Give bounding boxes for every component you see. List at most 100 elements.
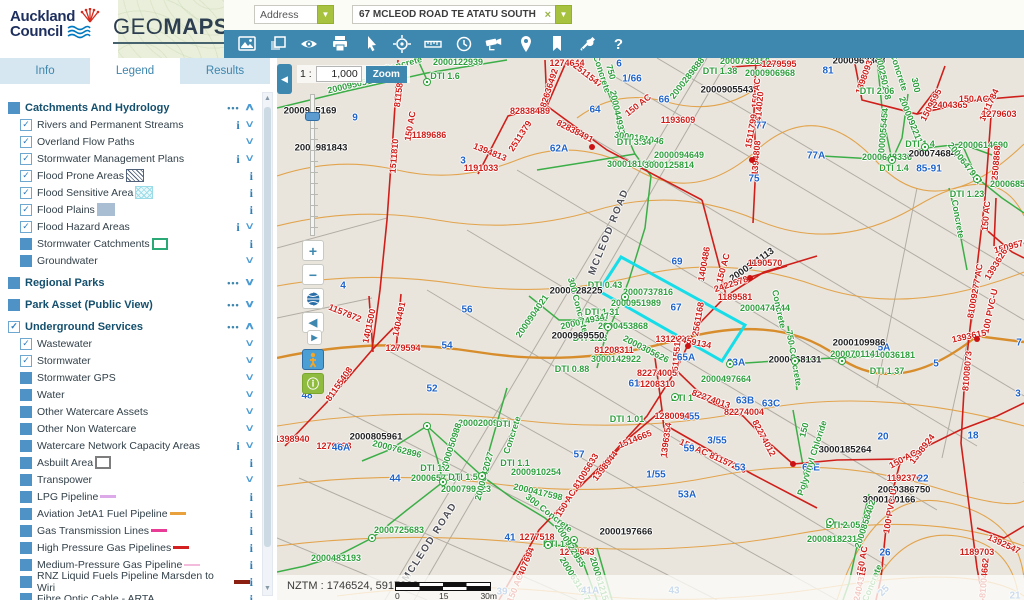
layer-checkbox[interactable]: ✓: [20, 338, 32, 350]
chevron-down-icon[interactable]: ∨: [244, 136, 255, 147]
layer-checkbox[interactable]: ✓: [20, 355, 32, 367]
layer-row[interactable]: ✓Flood Prone Areasi: [0, 167, 259, 184]
info-icon[interactable]: i: [250, 543, 253, 553]
select-cursor-icon[interactable]: [360, 34, 381, 55]
street-view-pegman-button[interactable]: [302, 349, 324, 370]
basemap-gallery-icon[interactable]: [236, 34, 257, 55]
layer-checkbox[interactable]: ✓: [20, 136, 32, 148]
search-dropdown-icon[interactable]: ▼: [555, 5, 572, 24]
next-extent-button[interactable]: ▶: [307, 330, 322, 345]
layer-row[interactable]: Asbuilt Areai: [0, 454, 259, 471]
chevron-down-icon[interactable]: ∨: [244, 440, 255, 451]
layer-checkbox[interactable]: [20, 491, 32, 503]
tab-results[interactable]: Results: [180, 58, 270, 84]
layer-checkbox[interactable]: ✓: [20, 221, 32, 233]
layer-checkbox[interactable]: [20, 508, 32, 520]
layer-checkbox[interactable]: [8, 277, 20, 289]
layer-row[interactable]: ✓Flood Plainsi: [0, 201, 259, 218]
layer-checkbox[interactable]: [20, 238, 32, 250]
zoom-slider-handle[interactable]: [305, 112, 320, 121]
scroll-up-icon[interactable]: ▲: [263, 94, 272, 104]
scale-input[interactable]: [316, 66, 362, 82]
layer-row[interactable]: Aviation JetA1 Fuel Pipelinei: [0, 505, 259, 522]
selected-parcel[interactable]: [599, 257, 745, 361]
help-icon[interactable]: ?: [608, 34, 629, 55]
overflow-menu-icon[interactable]: •••: [227, 322, 239, 332]
zoom-slider[interactable]: [307, 94, 319, 236]
info-icon[interactable]: i: [236, 120, 239, 130]
layers-icon[interactable]: [267, 34, 288, 55]
info-icon[interactable]: i: [250, 509, 253, 519]
chevron-down-icon[interactable]: ∨: [244, 299, 255, 310]
chevron-down-icon[interactable]: ∨: [244, 355, 255, 366]
layer-row[interactable]: ✓Stormwater Management Plansi∨: [0, 150, 259, 167]
chevron-down-icon[interactable]: ∨: [244, 338, 255, 349]
layer-row[interactable]: Other Non Watercare∨: [0, 420, 259, 437]
layer-checkbox[interactable]: [8, 102, 20, 114]
info-icon[interactable]: i: [250, 526, 253, 536]
locate-icon[interactable]: [391, 34, 412, 55]
overflow-menu-icon[interactable]: •••: [227, 103, 239, 113]
bookmark-icon[interactable]: [546, 34, 567, 55]
tools-icon[interactable]: [577, 34, 598, 55]
zoom-in-button[interactable]: +: [302, 240, 324, 261]
layer-checkbox[interactable]: ✓: [20, 170, 32, 182]
info-icon[interactable]: i: [250, 492, 253, 502]
info-icon[interactable]: i: [250, 594, 253, 600]
print-icon[interactable]: [329, 34, 350, 55]
layer-checkbox[interactable]: [20, 559, 32, 571]
info-icon[interactable]: i: [236, 222, 239, 232]
layer-row[interactable]: Stormwater GPS∨: [0, 369, 259, 386]
info-icon[interactable]: i: [250, 458, 253, 468]
layer-row[interactable]: Water∨: [0, 386, 259, 403]
layer-group-row[interactable]: Catchments And Hydrology•••∧: [0, 99, 259, 116]
layer-checkbox[interactable]: ✓: [8, 321, 20, 333]
search-type-select[interactable]: Address ▼: [254, 5, 334, 24]
chevron-down-icon[interactable]: ∨: [244, 221, 255, 232]
layer-row[interactable]: ✓Flood Sensitive Areai: [0, 184, 259, 201]
chevron-down-icon[interactable]: ∨: [244, 153, 255, 164]
chevron-down-icon[interactable]: ∨: [244, 474, 255, 485]
sidebar-scrollbar[interactable]: ▲ ▼: [262, 92, 273, 596]
layer-checkbox[interactable]: [20, 525, 32, 537]
overflow-menu-icon[interactable]: •••: [227, 300, 239, 310]
layer-row[interactable]: ✓Wastewater∨: [0, 335, 259, 352]
layer-row[interactable]: Stormwater Catchmentsi: [0, 235, 259, 252]
layer-checkbox[interactable]: ✓: [20, 153, 32, 165]
chevron-up-icon[interactable]: ∧: [244, 321, 255, 332]
layer-row[interactable]: LPG Pipelinei: [0, 488, 259, 505]
layer-row[interactable]: Groundwater∨: [0, 252, 259, 269]
layer-row[interactable]: Watercare Network Capacity Areasi∨: [0, 437, 259, 454]
overflow-menu-icon[interactable]: •••: [227, 278, 239, 288]
history-icon[interactable]: [453, 34, 474, 55]
chevron-down-icon[interactable]: ∨: [244, 119, 255, 130]
zoom-out-button[interactable]: −: [302, 264, 324, 285]
layer-checkbox[interactable]: [8, 299, 20, 311]
layer-checkbox[interactable]: [20, 576, 32, 588]
search-type-dropdown-icon[interactable]: ▼: [317, 5, 334, 24]
layer-row[interactable]: Transpower∨: [0, 471, 259, 488]
collapse-sidebar-button[interactable]: ◀: [277, 64, 292, 94]
info-icon[interactable]: i: [236, 441, 239, 451]
layer-checkbox[interactable]: [20, 474, 32, 486]
layer-checkbox[interactable]: [20, 440, 32, 452]
layer-checkbox[interactable]: ✓: [20, 119, 32, 131]
info-icon[interactable]: i: [250, 239, 253, 249]
layer-checkbox[interactable]: [20, 542, 32, 554]
info-icon[interactable]: i: [250, 205, 253, 215]
layer-row[interactable]: High Pressure Gas Pipelinesi: [0, 539, 259, 556]
layer-row[interactable]: ✓Overland Flow Paths∨: [0, 133, 259, 150]
chevron-down-icon[interactable]: ∨: [244, 277, 255, 288]
layer-checkbox[interactable]: ✓: [20, 204, 32, 216]
layer-checkbox[interactable]: [20, 457, 32, 469]
full-extent-globe-button[interactable]: [302, 288, 324, 309]
chevron-down-icon[interactable]: ∨: [244, 372, 255, 383]
info-icon[interactable]: i: [250, 171, 253, 181]
search-input[interactable]: 67 MCLEOD ROAD TE ATATU SOUTH × ▼: [352, 5, 572, 24]
layer-checkbox[interactable]: [20, 593, 32, 600]
chevron-down-icon[interactable]: ∨: [244, 423, 255, 434]
layer-row[interactable]: Gas Transmission Linesi: [0, 522, 259, 539]
info-icon[interactable]: i: [250, 560, 253, 570]
layer-row[interactable]: RNZ Liquid Fuels Pipeline Marsden to Wir…: [0, 573, 259, 590]
layer-group-row[interactable]: Regional Parks•••∨: [0, 274, 259, 291]
